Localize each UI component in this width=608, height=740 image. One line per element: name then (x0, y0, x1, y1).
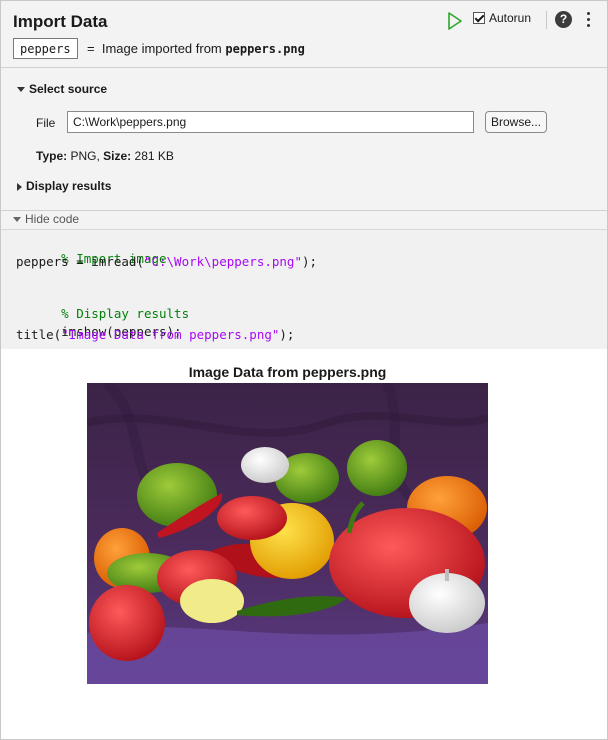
code-line: title("Image Data from peppers.png"); (16, 327, 294, 342)
code-text: title( (16, 327, 62, 342)
autorun-checkbox[interactable] (473, 12, 485, 24)
chevron-right-icon (17, 182, 22, 191)
code-text: ); (301, 254, 318, 269)
code-line: peppers = imread("C:\Work\peppers.png"); (16, 254, 317, 269)
type-label: Type: (36, 149, 68, 163)
size-value: 281 KB (134, 149, 174, 163)
generated-code-block: % Import image peppers = imread("C:\Work… (1, 230, 607, 349)
output-variable-field[interactable]: peppers (13, 38, 78, 59)
size-label: Size: (103, 149, 132, 163)
chevron-down-icon (17, 87, 25, 93)
select-source-heading: Select source (29, 82, 108, 96)
task-title: Import Data (13, 12, 108, 31)
peppers-image (87, 383, 488, 684)
hide-code-label: Hide code (25, 212, 80, 226)
code-text: ); (279, 327, 295, 342)
task-header: Import Data peppers = Image imported fro… (1, 1, 607, 68)
task-description: = Image imported from peppers.png (87, 41, 305, 56)
import-data-task: Import Data peppers = Image imported fro… (0, 0, 608, 740)
toolbar-divider (546, 11, 547, 29)
code-string: "Image Data from peppers.png" (61, 327, 280, 342)
settings-panel: Select source File Browse... Type: PNG, … (1, 68, 607, 211)
select-source-section-toggle[interactable]: Select source (17, 82, 107, 96)
hide-code-toggle[interactable]: Hide code (1, 211, 607, 230)
description-prefix: Image imported from (101, 41, 222, 56)
help-icon[interactable]: ? (555, 11, 572, 28)
run-icon[interactable] (447, 12, 463, 30)
browse-button[interactable]: Browse... (485, 111, 547, 133)
autorun-toggle[interactable]: Autorun (473, 11, 531, 25)
equals-sign: = (87, 41, 95, 56)
type-value: PNG, (70, 149, 100, 163)
file-info: Type: PNG, Size: 281 KB (36, 149, 174, 163)
display-results-section-toggle[interactable]: Display results (17, 179, 111, 193)
file-path-input[interactable] (67, 111, 474, 133)
description-filename: peppers.png (225, 42, 305, 56)
display-results-heading: Display results (26, 179, 112, 193)
figure-title: Image Data from peppers.png (188, 364, 387, 380)
code-text: peppers = imread( (16, 254, 144, 269)
chevron-down-icon (13, 217, 21, 223)
more-options-icon[interactable] (585, 11, 591, 29)
code-string: "C:\Work\peppers.png" (143, 254, 302, 269)
autorun-label: Autorun (489, 11, 532, 25)
file-label: File (36, 116, 56, 130)
